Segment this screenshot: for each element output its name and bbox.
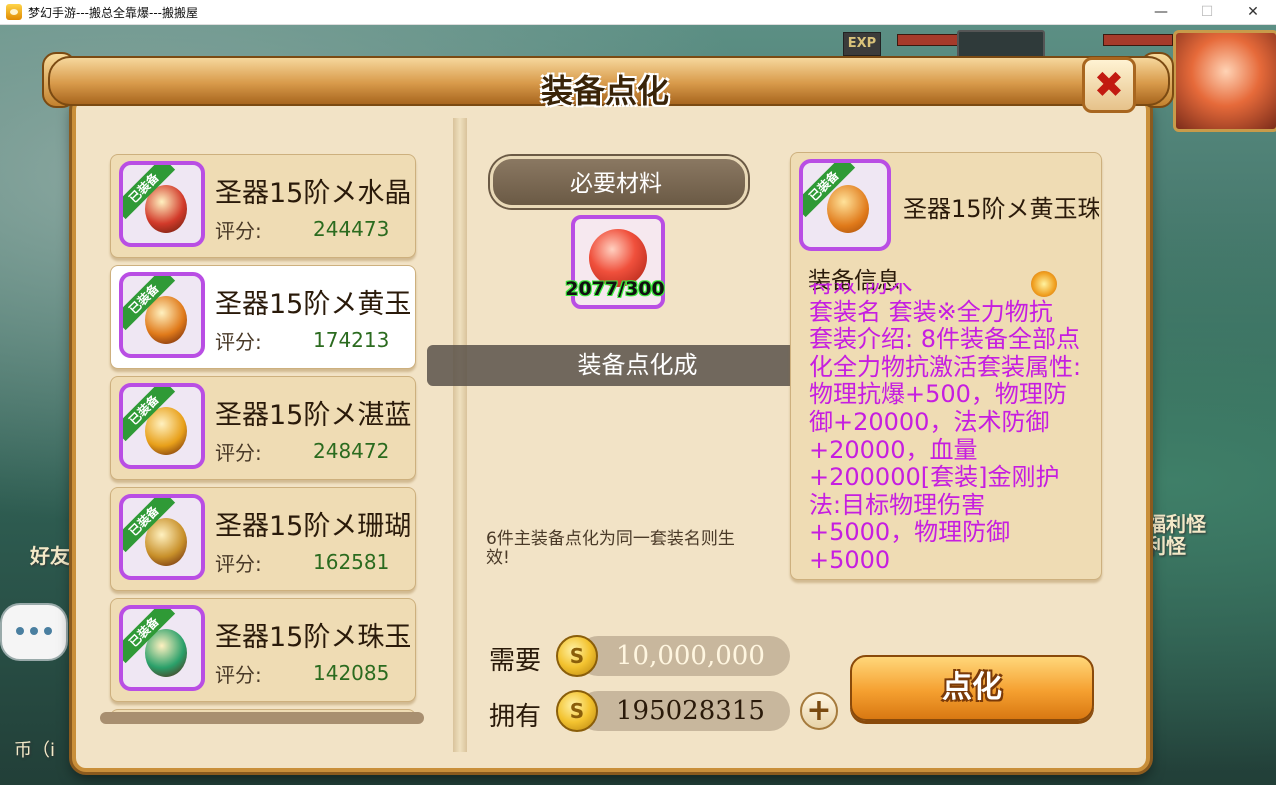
- materials-label: 必要材料: [570, 171, 662, 197]
- refine-button[interactable]: 点化: [850, 655, 1094, 721]
- score-value: 248472: [313, 439, 390, 463]
- equipment-list[interactable]: 已装备 圣器15阶メ水晶 评分: 244473 已装备 圣器15阶メ黄玉 评分:…: [108, 150, 420, 722]
- score-value: 142085: [313, 661, 390, 685]
- equipment-name: 圣器15阶メ珊瑚: [215, 511, 411, 542]
- window-titlebar: 梦幻手游---搬总全靠爆---搬搬屋 — ☐ ✕: [0, 0, 1276, 25]
- toast-message: 装备点化成: [427, 345, 848, 386]
- equipment-name: 圣器15阶メ湛蓝: [215, 400, 411, 431]
- coin-icon: S: [556, 635, 598, 677]
- equipment-icon: 已装备: [119, 272, 205, 358]
- info-line: 套装名 套装※全力物抗: [809, 297, 1053, 326]
- currency-label: 币（i: [14, 740, 56, 761]
- score-label: 评分:: [215, 663, 262, 687]
- info-line: 套装介绍: 8件装备全部点化全力物抗激活套装属性:物理抗爆+500，物理防御+2…: [809, 325, 1082, 569]
- equipment-icon: 已装备: [119, 383, 205, 469]
- have-value: 195028315: [578, 691, 790, 731]
- material-count: 2077/300: [565, 278, 665, 300]
- add-currency-button[interactable]: +: [800, 692, 838, 730]
- chat-dot-icon: [30, 627, 38, 635]
- equipment-name: 圣器15阶メ水晶: [215, 178, 411, 209]
- equipment-list-item[interactable]: 已装备 圣器15阶メ珊瑚 评分: 162581: [110, 487, 416, 591]
- selected-equipment-name: 圣器15阶メ黄玉珠: [903, 195, 1099, 223]
- window-close-button[interactable]: ✕: [1230, 4, 1276, 20]
- selected-equipment-icon: 已装备: [799, 159, 891, 251]
- coin-icon: S: [556, 690, 598, 732]
- need-value: 10,000,000: [578, 636, 790, 676]
- exp-indicator: EXP: [843, 32, 881, 56]
- equipment-list-item[interactable]: 已装备 圣器15阶メ珠玉 评分: 142085: [110, 598, 416, 702]
- player-avatar[interactable]: [1173, 30, 1276, 132]
- equipment-icon: 已装备: [119, 494, 205, 580]
- equipment-icon: 已装备: [119, 605, 205, 691]
- app-icon: [6, 4, 22, 20]
- dialog-close-button[interactable]: ✖: [1082, 57, 1136, 113]
- equipment-name: 圣器15阶メ黄玉: [215, 289, 411, 320]
- chat-dot-icon: [44, 627, 52, 635]
- refine-note: 6件主装备点化为同一套装名则生效!: [486, 529, 735, 568]
- equipment-name: 圣器15阶メ珠玉: [215, 622, 411, 653]
- equipment-list-item[interactable]: 已装备 圣器15阶メ黄玉 评分: 174213: [110, 265, 416, 369]
- score-label: 评分:: [215, 219, 262, 243]
- dialog-title: 装备点化: [540, 72, 669, 110]
- equipment-list-item[interactable]: 已装备 圣器15阶メ湛蓝 评分: 248472: [110, 376, 416, 480]
- minimize-button[interactable]: —: [1138, 4, 1184, 20]
- need-label: 需要: [489, 646, 542, 676]
- welfare-label-2: 利怪: [1146, 534, 1186, 558]
- friend-label[interactable]: 好友: [30, 540, 70, 569]
- column-divider: [453, 118, 467, 752]
- have-label: 拥有: [489, 702, 542, 732]
- score-label: 评分:: [215, 552, 262, 576]
- score-value: 174213: [313, 328, 390, 352]
- equipment-icon: 已装备: [119, 161, 205, 247]
- equipment-list-item[interactable]: 已装备 圣器15阶メ水晶 评分: 244473: [110, 154, 416, 258]
- list-scrollbar[interactable]: [100, 712, 424, 724]
- score-value: 162581: [313, 550, 390, 574]
- close-icon: ✖: [1093, 64, 1125, 106]
- score-label: 评分:: [215, 330, 262, 354]
- score-label: 评分:: [215, 441, 262, 465]
- maximize-button[interactable]: ☐: [1184, 4, 1230, 20]
- mp-bar: [1103, 34, 1173, 46]
- info-text: 特效 防术 套装名 套装※全力物抗 套装介绍: 8件装备全部点化全力物抗激活套装…: [809, 283, 1089, 569]
- equipment-info-panel[interactable]: 已装备 圣器15阶メ黄玉珠 装备信息 特效 防术 套装名 套装※全力物抗 套装介…: [790, 152, 1102, 580]
- equipment-gem: [827, 185, 869, 233]
- hp-bar: [897, 34, 959, 46]
- chat-dot-icon: [16, 627, 24, 635]
- chat-button[interactable]: [0, 603, 68, 661]
- window-title: 梦幻手游---搬总全靠爆---搬搬屋: [28, 5, 198, 20]
- info-line: 特效 防术: [809, 283, 913, 298]
- score-value: 244473: [313, 217, 390, 241]
